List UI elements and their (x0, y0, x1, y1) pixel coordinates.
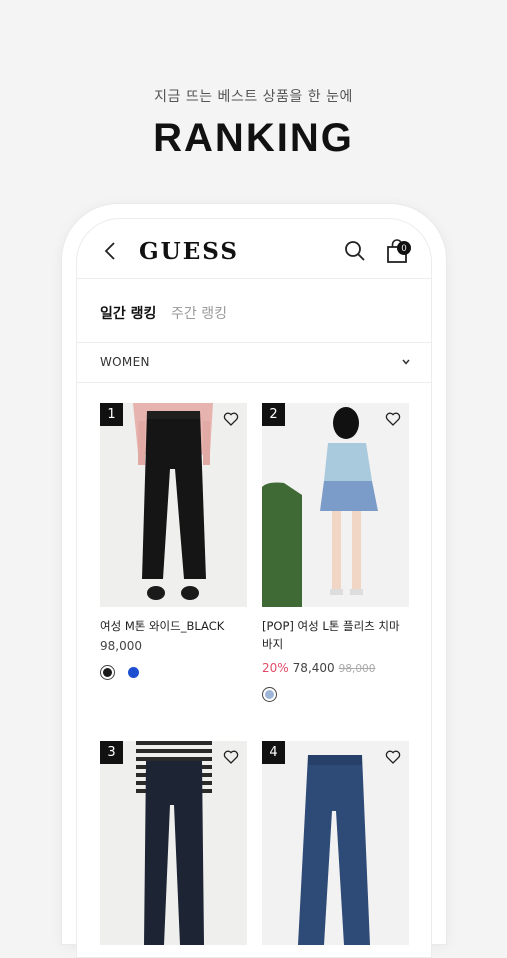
cart-count-badge: 0 (397, 241, 411, 255)
heart-icon[interactable] (223, 411, 239, 427)
app-header: GUESS 0 (77, 219, 431, 279)
rank-badge: 3 (100, 741, 123, 764)
product-image[interactable]: 2 (262, 403, 409, 607)
rank-badge: 1 (100, 403, 123, 426)
color-swatch[interactable] (126, 665, 142, 680)
jeans-blue-image (262, 741, 409, 945)
tab-weekly-ranking[interactable]: 주간 랭킹 (171, 303, 227, 323)
rank-badge: 4 (262, 741, 285, 764)
guess-logo[interactable]: GUESS (139, 238, 239, 265)
chevron-down-icon (402, 359, 410, 365)
color-swatch[interactable] (262, 687, 277, 702)
swatch-fill (128, 667, 140, 678)
search-icon[interactable] (343, 239, 367, 263)
heart-icon[interactable] (385, 411, 401, 427)
heart-icon[interactable] (385, 749, 401, 765)
product-card[interactable]: 2 [POP] 여성 L톤 플리츠 치마바지 20% 78,400 98,000 (262, 403, 409, 723)
discount-rate: 20% (262, 661, 289, 675)
swatch-fill (103, 668, 112, 677)
sale-price: 78,400 (292, 661, 335, 675)
jeans-stripe-image (100, 741, 247, 945)
product-name[interactable]: [POP] 여성 L톤 플리츠 치마바지 (262, 617, 409, 653)
jeans-black-image (100, 403, 247, 607)
product-image[interactable]: 3 (100, 741, 247, 945)
promo-subtitle: 지금 뜨는 베스트 상품을 한 눈에 (154, 89, 353, 105)
product-card[interactable]: 3 (100, 741, 247, 957)
model-skirt-image (262, 403, 409, 607)
color-swatches (100, 665, 147, 681)
rank-badge: 2 (262, 403, 285, 426)
chevron-left-icon[interactable] (101, 239, 121, 263)
promo-title: RANKING (153, 116, 354, 160)
category-filter-label: WOMEN (100, 355, 150, 369)
ranking-tabs: 일간 랭킹 주간 랭킹 (77, 279, 431, 343)
color-swatches (262, 687, 283, 703)
product-card[interactable]: 4 (262, 741, 409, 957)
tab-daily-ranking[interactable]: 일간 랭킹 (100, 303, 156, 323)
category-filter-dropdown[interactable]: WOMEN (77, 343, 431, 383)
phone-frame: GUESS 0 일간 랭킹 주간 랭킹 WOMEN 1 여성 M톤 와이드_BL… (62, 204, 446, 958)
product-price: 98,000 (100, 639, 142, 653)
product-image[interactable]: 1 (100, 403, 247, 607)
product-name[interactable]: 여성 M톤 와이드_BLACK (100, 617, 247, 635)
product-card[interactable]: 1 여성 M톤 와이드_BLACK 98,000 (100, 403, 247, 703)
swatch-fill (265, 690, 274, 699)
product-image[interactable]: 4 (262, 741, 409, 945)
heart-icon[interactable] (223, 749, 239, 765)
color-swatch[interactable] (100, 665, 115, 680)
original-price: 98,000 (338, 663, 376, 675)
product-price: 20% 78,400 98,000 (262, 661, 375, 675)
app-screen: GUESS 0 일간 랭킹 주간 랭킹 WOMEN 1 여성 M톤 와이드_BL… (76, 218, 432, 958)
